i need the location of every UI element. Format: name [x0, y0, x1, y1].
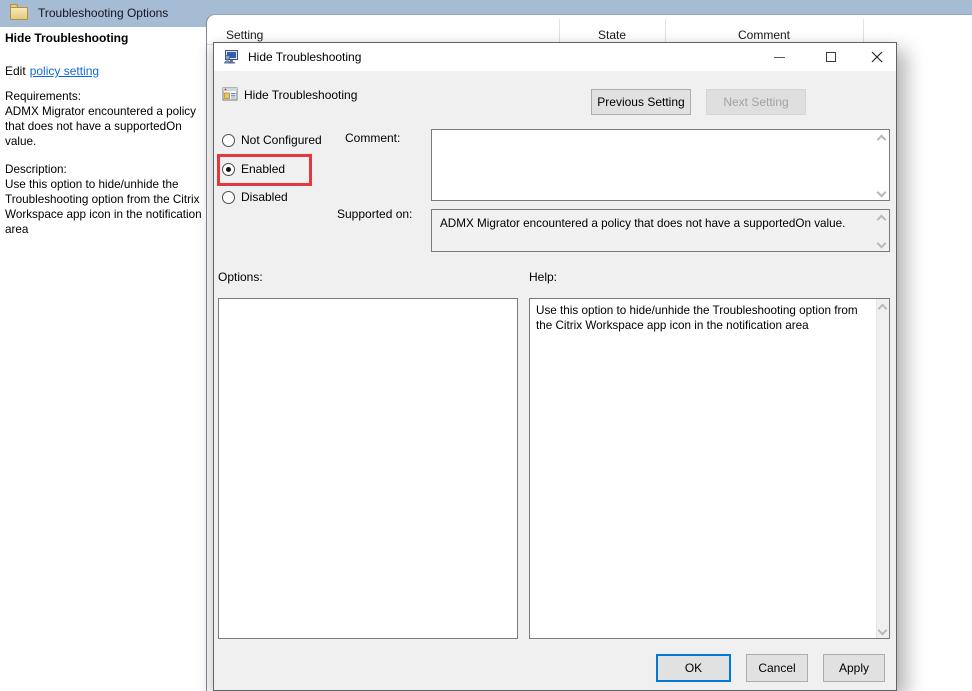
selected-setting-title: Hide Troubleshooting	[5, 31, 129, 45]
supported-on-label: Supported on:	[337, 207, 413, 221]
help-label: Help:	[529, 270, 558, 284]
radio-label[interactable]: Enabled	[241, 162, 285, 176]
options-label: Options:	[218, 270, 263, 284]
dialog-title: Hide Troubleshooting	[248, 50, 362, 64]
scroll-up-icon[interactable]	[876, 214, 887, 225]
previous-setting-button[interactable]: Previous Setting	[591, 89, 691, 115]
supported-on-textarea: ADMX Migrator encountered a policy that …	[431, 209, 890, 252]
options-panel	[218, 298, 518, 639]
requirements-text: ADMX Migrator encountered a policy that …	[5, 105, 196, 148]
dialog-setting-name: Hide Troubleshooting	[244, 88, 358, 102]
edit-policy-row: Edit policy setting	[5, 64, 99, 78]
group-policy-editor-window: Troubleshooting Options Setting State Co…	[0, 0, 972, 691]
requirements-label: Requirements:	[5, 90, 82, 103]
next-setting-button[interactable]: Next Setting	[706, 89, 806, 115]
column-header-comment[interactable]: Comment	[665, 28, 863, 42]
description-text: Use this option to hide/unhide the Troub…	[5, 178, 202, 236]
help-text: Use this option to hide/unhide the Troub…	[536, 304, 858, 332]
extended-info-pane: Hide Troubleshooting Edit policy setting …	[0, 27, 206, 691]
edit-prefix: Edit	[5, 64, 26, 78]
minimize-icon	[773, 56, 785, 58]
column-header-setting[interactable]: Setting	[226, 28, 263, 42]
policy-setting-icon	[222, 87, 238, 101]
column-separator	[863, 19, 864, 44]
scroll-up-icon[interactable]	[876, 134, 887, 145]
radio-circle-checked[interactable]	[222, 162, 235, 176]
radio-label[interactable]: Not Configured	[241, 133, 322, 147]
radio-not-configured[interactable]: Not Configured	[222, 133, 322, 147]
apply-button[interactable]: Apply	[823, 654, 885, 682]
policy-setting-dialog: Hide Troubleshooting Hide Troubleshootin…	[213, 42, 897, 691]
column-separator	[665, 19, 666, 44]
close-icon	[871, 51, 883, 63]
maximize-button[interactable]	[814, 43, 848, 71]
comment-textarea[interactable]	[431, 129, 890, 201]
help-scrollbar[interactable]	[876, 299, 889, 638]
dialog-titlebar[interactable]: Hide Troubleshooting	[214, 43, 896, 71]
cancel-button[interactable]: Cancel	[746, 654, 808, 682]
scroll-down-icon[interactable]	[877, 625, 888, 636]
supported-on-value: ADMX Migrator encountered a policy that …	[440, 217, 846, 230]
ok-button[interactable]: OK	[656, 654, 731, 682]
radio-enabled[interactable]: Enabled	[222, 162, 285, 176]
requirements-block: Requirements: ADMX Migrator encountered …	[5, 89, 204, 149]
minimize-button[interactable]	[762, 43, 796, 71]
scroll-up-icon[interactable]	[877, 303, 888, 314]
description-block: Description: Use this option to hide/unh…	[5, 162, 204, 237]
help-panel: Use this option to hide/unhide the Troub…	[529, 298, 890, 639]
radio-label[interactable]: Disabled	[241, 190, 288, 204]
policy-folder-title: Troubleshooting Options	[38, 6, 169, 20]
group-policy-icon	[223, 50, 238, 64]
comment-label: Comment:	[345, 131, 401, 145]
description-label: Description:	[5, 163, 67, 176]
maximize-icon	[826, 52, 836, 62]
scroll-down-icon[interactable]	[876, 238, 887, 249]
close-button[interactable]	[860, 43, 894, 71]
policy-setting-link[interactable]: policy setting	[30, 64, 99, 78]
folder-icon	[10, 4, 28, 20]
scroll-down-icon[interactable]	[876, 187, 887, 198]
column-header-state[interactable]: State	[559, 28, 665, 42]
radio-circle[interactable]	[222, 133, 235, 147]
column-separator	[559, 19, 560, 44]
radio-disabled[interactable]: Disabled	[222, 190, 288, 204]
radio-circle[interactable]	[222, 190, 235, 204]
